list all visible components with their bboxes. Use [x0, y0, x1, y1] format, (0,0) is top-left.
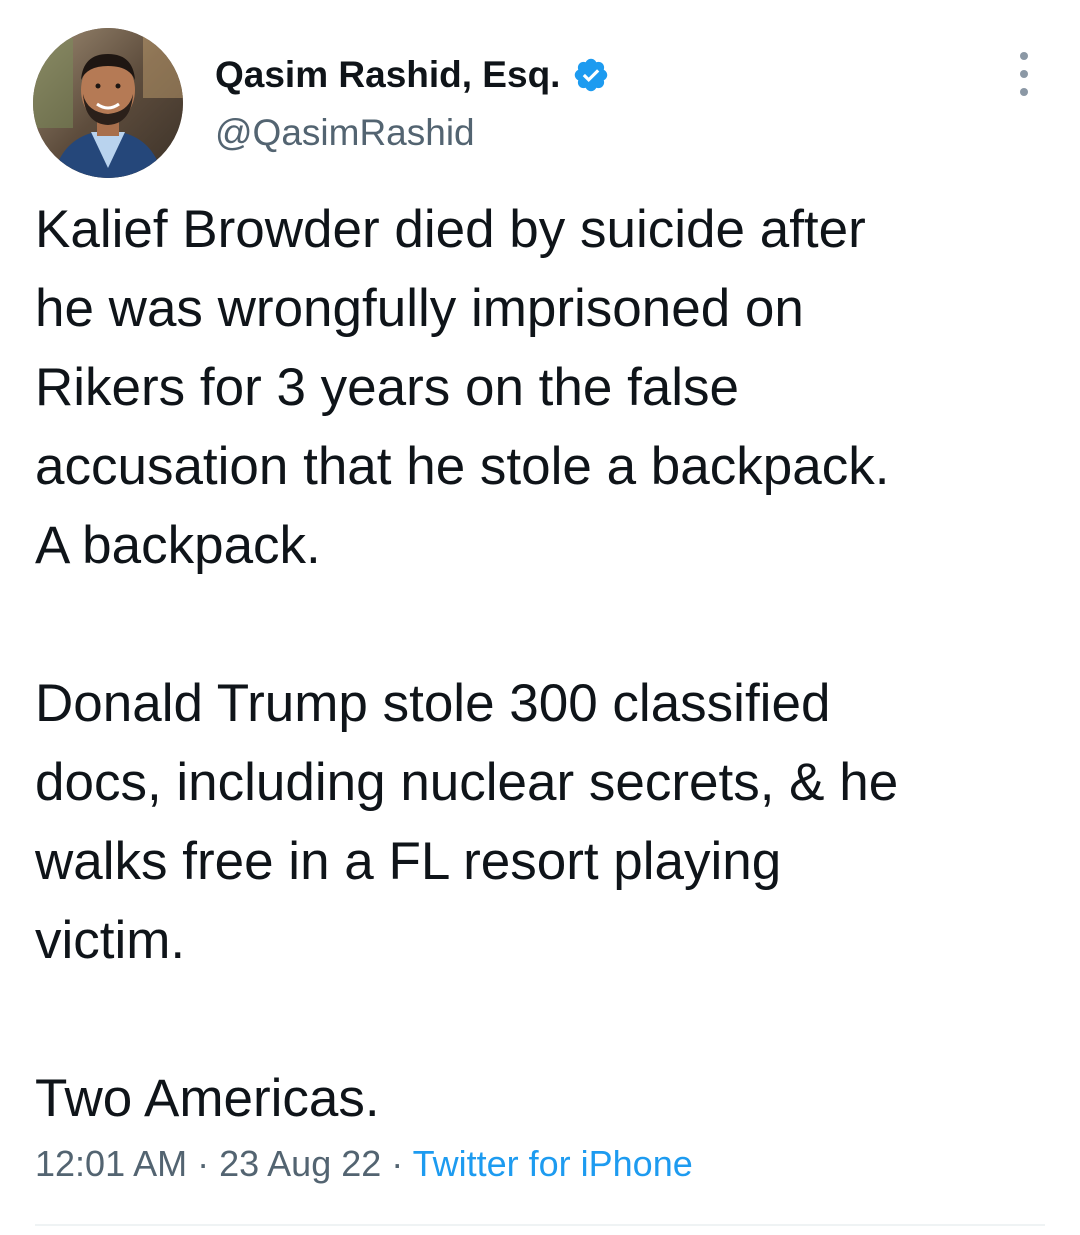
verified-badge-icon [572, 56, 610, 94]
tweet-time[interactable]: 12:01 AM [35, 1143, 187, 1184]
tweet-date[interactable]: 23 Aug 22 [219, 1143, 381, 1184]
display-name[interactable]: Qasim Rashid, Esq. [215, 54, 560, 96]
tweet-source-link[interactable]: Twitter for iPhone [413, 1143, 693, 1184]
tweet-text: Kalief Browder died by suicide after he … [35, 190, 1045, 1138]
more-dot [1020, 70, 1028, 78]
meta-separator: · [187, 1143, 220, 1184]
more-dot [1020, 52, 1028, 60]
meta-separator: · [381, 1143, 413, 1184]
avatar-photo [33, 28, 183, 178]
more-options-icon[interactable] [1006, 52, 1042, 96]
tweet-paragraph: Two Americas. [35, 1069, 380, 1128]
tweet-paragraph: Kalief Browder died by suicide after he … [35, 200, 890, 575]
more-dot [1020, 88, 1028, 96]
tweet: Qasim Rashid, Esq. @QasimRashid Kalief B… [0, 0, 1080, 1235]
username-handle[interactable]: @QasimRashid [215, 112, 475, 154]
tweet-metadata: 12:01 AM · 23 Aug 22 · Twitter for iPhon… [35, 1143, 693, 1185]
tweet-paragraph: Donald Trump stole 300 classified docs, … [35, 674, 899, 970]
divider [35, 1224, 1045, 1226]
author-name-row: Qasim Rashid, Esq. [215, 50, 610, 100]
avatar[interactable] [33, 28, 183, 178]
